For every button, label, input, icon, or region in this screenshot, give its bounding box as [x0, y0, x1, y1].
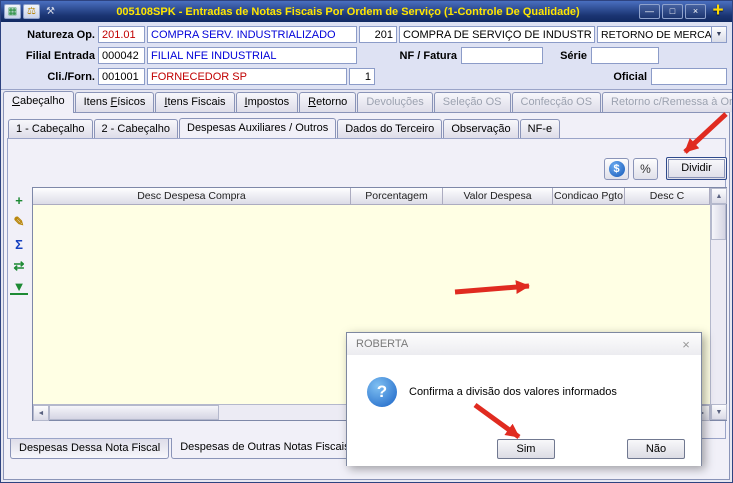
document-header-form: Natureza Op. RETORNO DE MERCAD ▼ Filial … [1, 22, 732, 90]
sim-button[interactable]: Sim [497, 439, 555, 459]
serie-field[interactable] [591, 47, 659, 64]
scroll-up-button[interactable]: ▲ [711, 188, 727, 204]
cfop-code-field[interactable] [359, 26, 397, 43]
dialog-close-icon[interactable]: × [671, 333, 701, 355]
horizontal-scroll-thumb[interactable] [49, 405, 219, 420]
cli-seq-field[interactable] [349, 68, 375, 85]
titlebar: ▦ ⚖ ⚒ 005108SPK - Entradas de Notas Fisc… [1, 1, 732, 22]
subtab-2-cabecalho[interactable]: 2 - Cabeçalho [93, 119, 178, 138]
tab-devolucoes: Devoluções [357, 92, 433, 112]
tab-selecao-os: Seleção OS [433, 92, 511, 112]
col-condicao-pgto[interactable]: Condicao Pgto [553, 188, 625, 205]
grid-header: Desc Despesa Compra Porcentagem Valor De… [33, 188, 710, 205]
edit-row-icon[interactable]: ✎ [10, 213, 28, 231]
currency-button[interactable]: $ [604, 158, 629, 180]
filial-desc-field[interactable] [147, 47, 357, 64]
cli-code-field[interactable] [98, 68, 145, 85]
subtab-dados-terceiro[interactable]: Dados do Terceiro [337, 119, 443, 138]
nao-button[interactable]: Não [627, 439, 685, 459]
oficial-field[interactable] [651, 68, 727, 85]
transfer-rows-icon[interactable]: ⇄ [10, 257, 28, 275]
subtab-nfe[interactable]: NF-e [519, 119, 561, 138]
nf-fatura-label: NF / Fatura [399, 50, 457, 62]
col-desc-despesa[interactable]: Desc Despesa Compra [33, 188, 351, 205]
vertical-scrollbar[interactable]: ▲ ▼ [710, 188, 727, 420]
vertical-scroll-thumb[interactable] [711, 204, 726, 240]
col-valor-despesa[interactable]: Valor Despesa [443, 188, 553, 205]
dialog-title: ROBERTA [356, 338, 409, 350]
sum-icon[interactable]: Σ [10, 235, 28, 253]
dollar-icon: $ [608, 161, 625, 177]
tipo-retorno-combo[interactable]: RETORNO DE MERCAD ▼ [597, 26, 727, 43]
scroll-down-button[interactable]: ▼ [711, 404, 727, 420]
table-app-icon[interactable]: ▦ [4, 4, 21, 19]
oficial-label: Oficial [613, 71, 647, 83]
tab-impostos[interactable]: Impostos [235, 92, 299, 112]
cli-forn-label: Cli./Forn. [47, 71, 95, 83]
dialog-message: Confirma a divisão dos valores informado… [409, 386, 617, 398]
bottom-tab-bar: Despesas Dessa Nota Fiscal Despesas de O… [10, 438, 398, 459]
tab-itens-fisicos[interactable]: Itens Físicos [74, 92, 155, 112]
app-window: ▦ ⚖ ⚒ 005108SPK - Entradas de Notas Fisc… [0, 0, 733, 483]
subtab-despesas-auxiliares[interactable]: Despesas Auxiliares / Outros [179, 118, 337, 139]
percent-button[interactable]: % [633, 158, 658, 180]
question-icon: ? [367, 377, 397, 407]
tab-cabecalho[interactable]: Cabeçalho [3, 91, 74, 113]
natureza-desc-field[interactable] [147, 26, 357, 43]
window-title: 005108SPK - Entradas de Notas Fiscais Po… [116, 5, 580, 18]
tab-confeccao-os: Confecção OS [511, 92, 602, 112]
subtab-observacao[interactable]: Observação [443, 119, 519, 138]
sub-tab-bar: 1 - Cabeçalho 2 - Cabeçalho Despesas Aux… [8, 117, 561, 139]
tab-retorno[interactable]: Retorno [299, 92, 357, 112]
main-tab-bar: Cabeçalho Itens Físicos Itens Fiscais Im… [3, 91, 732, 113]
filial-code-field[interactable] [98, 47, 145, 64]
minimize-button[interactable]: — [639, 4, 660, 19]
titlebar-icons: ▦ ⚖ ⚒ [1, 4, 59, 19]
cfop-desc-field[interactable] [399, 26, 595, 43]
natureza-op-label: Natureza Op. [27, 29, 95, 41]
subtab-1-cabecalho[interactable]: 1 - Cabeçalho [8, 119, 93, 138]
dialog-body: ? Confirma a divisão dos valores informa… [347, 355, 701, 466]
add-row-icon[interactable]: + [10, 191, 28, 209]
maximize-button[interactable]: □ [662, 4, 683, 19]
serie-label: Série [560, 50, 587, 62]
add-window-icon[interactable]: + [706, 1, 730, 22]
go-last-row-icon[interactable]: ▼ [10, 279, 28, 295]
natureza-code-field[interactable] [98, 26, 145, 43]
confirm-dialog: ROBERTA × ? Confirma a divisão dos valor… [346, 332, 702, 466]
dialog-titlebar: ROBERTA × [347, 333, 701, 355]
col-porcentagem[interactable]: Porcentagem [351, 188, 443, 205]
cli-desc-field[interactable] [147, 68, 347, 85]
bottomtab-despesas-outras-notas[interactable]: Despesas de Outras Notas Fiscais [171, 438, 359, 459]
bottomtab-despesas-dessa-nota[interactable]: Despesas Dessa Nota Fiscal [10, 439, 170, 459]
dividir-button[interactable]: Dividir [666, 157, 727, 180]
combo-selected-value: RETORNO DE MERCAD [601, 28, 711, 41]
nf-fatura-field[interactable] [461, 47, 543, 64]
filial-entrada-label: Filial Entrada [25, 50, 95, 62]
vscroll-track[interactable] [711, 240, 726, 404]
window-controls: — □ × + [637, 1, 732, 22]
scales-icon[interactable]: ⚖ [23, 4, 40, 19]
close-button[interactable]: × [685, 4, 706, 19]
percent-icon: % [640, 162, 651, 176]
col-desc-condicao[interactable]: Desc C [625, 188, 710, 205]
chevron-down-icon[interactable]: ▼ [711, 27, 726, 42]
wrench-icon[interactable]: ⚒ [42, 4, 59, 19]
tab-retorno-remessa: Retorno c/Remessa à Ordem [602, 92, 732, 112]
tab-itens-fiscais[interactable]: Itens Fiscais [155, 92, 235, 112]
scroll-left-button[interactable]: ◄ [33, 405, 49, 421]
